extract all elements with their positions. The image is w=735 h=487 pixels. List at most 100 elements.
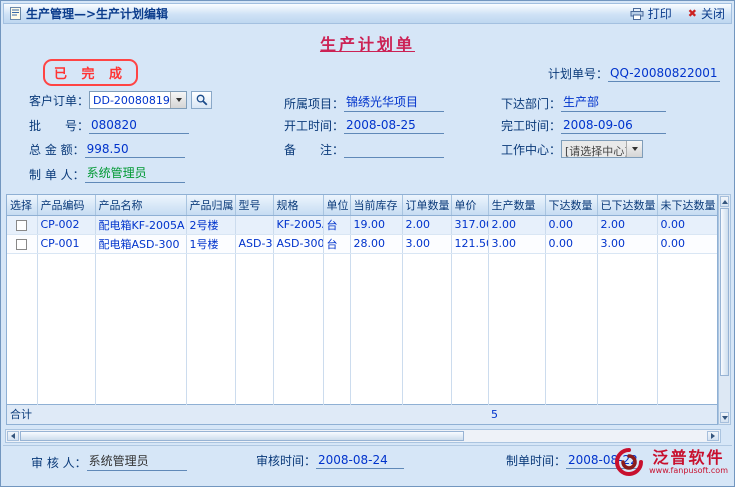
reviewer-field: 审 核 人： 系统管理员 xyxy=(31,452,187,471)
total-cell xyxy=(235,404,273,424)
column-header: 选择 xyxy=(7,195,37,215)
total-amount-label: 总 金 额： xyxy=(29,141,85,158)
vertical-scroll-thumb[interactable] xyxy=(720,208,729,376)
review-time-field: 审核时间： 2008-08-24 xyxy=(256,452,404,469)
column-header: 产品名称 xyxy=(95,195,186,215)
column-header: 当前库存 xyxy=(350,195,402,215)
plan-no-field: 计划单号： QQ-20080822001 xyxy=(548,65,720,82)
fanpu-logo-icon xyxy=(614,447,644,477)
total-cell xyxy=(186,404,235,424)
work-center-field: 工作中心： [请选择中心] xyxy=(501,140,643,158)
filler-cell xyxy=(545,253,597,404)
horizontal-scrollbar[interactable] xyxy=(5,429,721,443)
column-header: 规格 xyxy=(273,195,323,215)
total-label: 合计 xyxy=(7,404,37,424)
reviewer-label: 审 核 人： xyxy=(31,454,87,471)
table-cell: 2.00 xyxy=(488,215,545,234)
form-icon xyxy=(10,7,21,20)
select-cell xyxy=(7,234,37,253)
breadcrumb: 生产管理—>生产计划编辑 xyxy=(26,5,168,22)
filler-cell xyxy=(7,253,37,404)
column-header: 单位 xyxy=(323,195,350,215)
column-header: 生产数量 xyxy=(488,195,545,215)
vendor-site: www.fanpusoft.com xyxy=(649,466,728,475)
department-value[interactable]: 生产部 xyxy=(561,93,666,112)
scroll-up-button[interactable] xyxy=(720,196,729,207)
table-filler-row xyxy=(7,253,718,404)
creator-label: 制 单 人： xyxy=(29,166,85,183)
arrow-right-icon xyxy=(711,433,715,439)
horizontal-scroll-thumb[interactable] xyxy=(20,431,464,441)
total-cell xyxy=(545,404,597,424)
plan-no-label: 计划单号： xyxy=(548,65,608,82)
filler-cell xyxy=(95,253,186,404)
table-cell: CP-002 xyxy=(37,215,95,234)
total-cell xyxy=(273,404,323,424)
products-table-container: 选择产品编码产品名称产品归属型号规格单位当前库存订单数量单价生产数量下达数量已下… xyxy=(6,194,718,425)
customer-order-value: DD-20080819001 xyxy=(90,92,170,108)
filler-cell xyxy=(323,253,350,404)
batch-no-value[interactable]: 080820 xyxy=(89,118,189,134)
title-bar: 生产管理—>生产计划编辑 打印 ✖ 关闭 xyxy=(3,3,732,24)
arrow-left-icon xyxy=(11,433,15,439)
department-label: 下达部门： xyxy=(501,95,561,112)
table-cell: 2.00 xyxy=(597,215,657,234)
project-value[interactable]: 锦绣光华项目 xyxy=(344,93,444,112)
work-center-select[interactable]: [请选择中心] xyxy=(561,140,643,158)
table-cell: 台 xyxy=(323,234,350,253)
project-label: 所属项目： xyxy=(284,95,344,112)
review-time-label: 审核时间： xyxy=(256,452,316,469)
table-cell xyxy=(235,215,273,234)
print-button[interactable]: 打印 xyxy=(630,5,672,22)
finish-time-field: 完工时间： 2008-09-06 xyxy=(501,117,666,134)
work-center-value: [请选择中心] xyxy=(562,141,626,157)
print-label: 打印 xyxy=(648,5,672,22)
table-cell: 配电箱KF-2005A xyxy=(95,215,186,234)
total-amount-field: 总 金 额： 998.50 xyxy=(29,141,185,158)
scroll-right-button[interactable] xyxy=(707,431,719,441)
vertical-scrollbar[interactable] xyxy=(718,194,731,425)
remark-value[interactable] xyxy=(344,142,444,158)
total-amount-value[interactable]: 998.50 xyxy=(85,142,185,158)
filler-cell xyxy=(37,253,95,404)
table-cell: 0.00 xyxy=(545,215,597,234)
finish-time-value[interactable]: 2008-09-06 xyxy=(561,118,666,134)
production-plan-window: 生产管理—>生产计划编辑 打印 ✖ 关闭 生产计划单 已 完 成 计划单号： Q… xyxy=(0,0,735,487)
table-cell: 台 xyxy=(323,215,350,234)
column-header: 产品归属 xyxy=(186,195,235,215)
table-cell: 19.00 xyxy=(350,215,402,234)
arrow-down-icon xyxy=(722,416,728,420)
close-button[interactable]: ✖ 关闭 xyxy=(688,5,725,22)
scroll-down-button[interactable] xyxy=(720,412,729,423)
start-time-value[interactable]: 2008-08-25 xyxy=(344,118,444,134)
close-label: 关闭 xyxy=(701,5,725,22)
column-header: 未下达数量 xyxy=(657,195,718,215)
table-cell: 0.00 xyxy=(657,215,718,234)
customer-order-select[interactable]: DD-20080819001 xyxy=(89,91,187,109)
scroll-left-button[interactable] xyxy=(7,431,19,441)
row-checkbox[interactable] xyxy=(16,220,27,231)
plan-table: 选择产品编码产品名称产品归属型号规格单位当前库存订单数量单价生产数量下达数量已下… xyxy=(7,195,718,424)
search-button[interactable] xyxy=(191,91,212,109)
total-production-qty: 5 xyxy=(488,404,545,424)
filler-cell xyxy=(186,253,235,404)
total-cell xyxy=(350,404,402,424)
vendor-logo: 泛普软件 www.fanpusoft.com xyxy=(614,447,728,477)
customer-order-field: 客户订单： DD-20080819001 xyxy=(29,91,212,109)
table-cell: 0.00 xyxy=(545,234,597,253)
batch-no-field: 批 号： 080820 xyxy=(29,117,189,134)
column-header: 已下达数量 xyxy=(597,195,657,215)
filler-cell xyxy=(488,253,545,404)
filler-cell xyxy=(235,253,273,404)
total-cell xyxy=(323,404,350,424)
chevron-down-icon xyxy=(626,141,642,157)
column-header: 型号 xyxy=(235,195,273,215)
review-time-value: 2008-08-24 xyxy=(316,453,404,469)
plan-no-value[interactable]: QQ-20080822001 xyxy=(608,66,720,82)
column-header: 下达数量 xyxy=(545,195,597,215)
remark-label: 备 注： xyxy=(284,141,344,158)
row-checkbox[interactable] xyxy=(16,239,27,250)
total-cell xyxy=(37,404,95,424)
table-cell: 配电箱ASD-300 xyxy=(95,234,186,253)
customer-order-label: 客户订单： xyxy=(29,92,89,109)
